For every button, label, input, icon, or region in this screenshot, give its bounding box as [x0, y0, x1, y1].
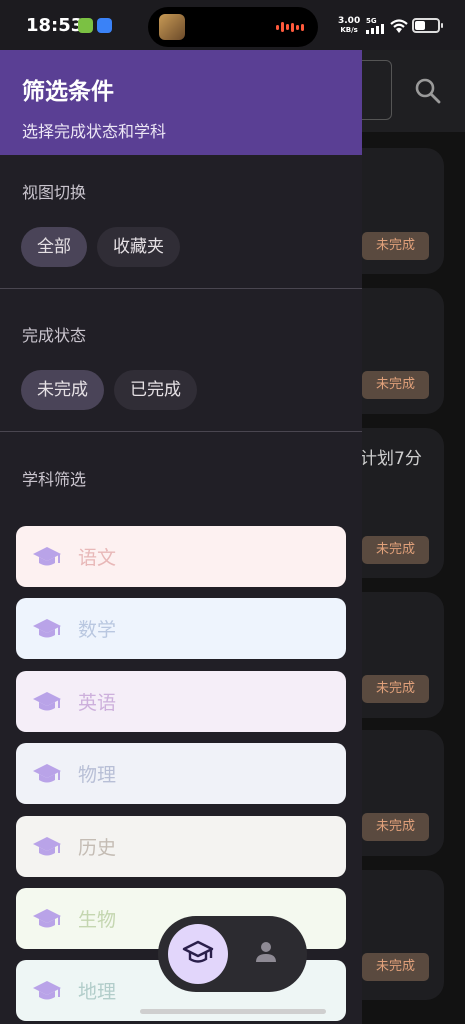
net-speed-value: 3.00	[338, 16, 361, 26]
view-section-title: 视图切换	[22, 183, 87, 202]
app-notification-icon	[78, 18, 93, 33]
app-notification-icon-2	[97, 18, 112, 33]
filter-drawer: 筛选条件 选择完成状态和学科 视图切换 全部 收藏夹 完成状态 未完成 已完成 …	[0, 50, 362, 1024]
status-bar: 18:53 3.00 KB/s 5G	[0, 0, 465, 50]
subject-label: 历史	[78, 837, 117, 859]
subject-label: 物理	[78, 764, 117, 786]
dynamic-island	[148, 7, 318, 47]
drawer-title: 筛选条件	[22, 79, 114, 105]
chip-incomplete[interactable]: 未完成	[21, 370, 104, 410]
status-time: 18:53	[26, 15, 84, 36]
chip-completed[interactable]: 已完成	[114, 370, 197, 410]
net-speed: 3.00 KB/s	[338, 17, 360, 35]
cellular-signal-icon: 5G	[366, 17, 384, 34]
graduation-cap-icon	[33, 908, 61, 927]
graduation-cap-icon	[33, 836, 61, 855]
graduation-cap-icon	[33, 546, 61, 565]
bottom-navigation	[158, 916, 307, 992]
subject-label: 地理	[78, 981, 117, 1003]
net-speed-unit: KB/s	[340, 26, 358, 34]
wifi-icon	[390, 19, 408, 33]
chip-favorites[interactable]: 收藏夹	[97, 227, 180, 267]
status-badge: 未完成	[362, 675, 429, 703]
graduation-cap-icon	[182, 940, 214, 963]
home-indicator[interactable]	[140, 1009, 326, 1014]
graduation-cap-icon	[33, 980, 61, 999]
subject-label: 语文	[78, 547, 117, 569]
graduation-cap-icon	[33, 691, 61, 710]
status-section-title: 完成状态	[22, 326, 87, 345]
status-badge: 未完成	[362, 953, 429, 981]
subject-item-chinese[interactable]: 语文	[16, 526, 346, 587]
search-icon[interactable]	[413, 76, 443, 106]
subject-item-english[interactable]: 英语	[16, 671, 346, 732]
background-card-text: 计划7分	[360, 449, 422, 469]
status-badge: 未完成	[362, 813, 429, 841]
status-badge: 未完成	[362, 232, 429, 260]
graduation-cap-icon	[33, 763, 61, 782]
subject-label: 英语	[78, 692, 117, 714]
subject-item-physics[interactable]: 物理	[16, 743, 346, 804]
audio-wave-icon	[276, 21, 304, 33]
drawer-subtitle: 选择完成状态和学科	[22, 122, 167, 141]
view-chips: 全部 收藏夹	[0, 227, 362, 267]
graduation-cap-icon	[33, 618, 61, 637]
subject-label: 数学	[78, 619, 117, 641]
network-type: 5G	[366, 17, 377, 25]
media-thumbnail	[159, 14, 185, 40]
nav-courses-button[interactable]	[168, 924, 228, 984]
status-chips: 未完成 已完成	[0, 370, 362, 410]
chip-all[interactable]: 全部	[21, 227, 87, 267]
subject-label: 生物	[78, 909, 117, 931]
drawer-header: 筛选条件 选择完成状态和学科	[0, 50, 362, 155]
subject-item-math[interactable]: 数学	[16, 598, 346, 659]
person-icon[interactable]	[254, 940, 278, 964]
subject-item-history[interactable]: 历史	[16, 816, 346, 877]
status-badge: 未完成	[362, 536, 429, 564]
subject-section-title: 学科筛选	[22, 470, 87, 489]
battery-icon	[412, 18, 443, 33]
status-badge: 未完成	[362, 371, 429, 399]
